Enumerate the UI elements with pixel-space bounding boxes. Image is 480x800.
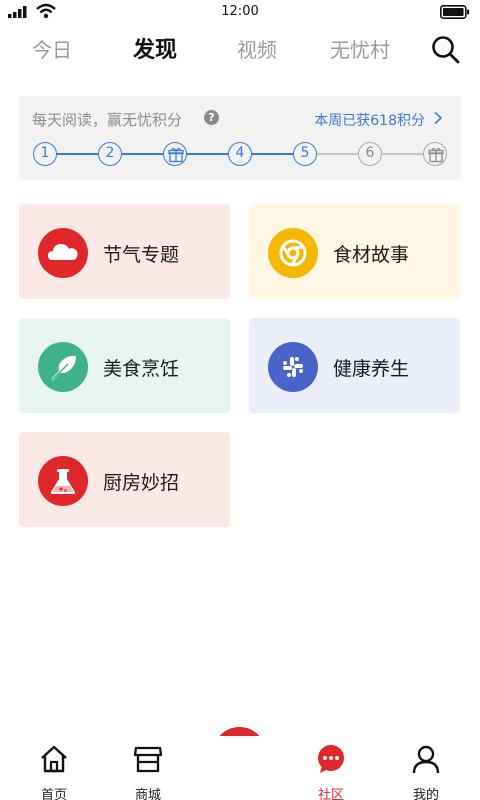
nav-label: 我的 [412, 788, 439, 800]
status-time: 12:00 [221, 4, 259, 19]
nav-profile[interactable]: 我的 [396, 744, 456, 800]
gift-icon[interactable] [423, 142, 447, 166]
step-1: 1 [33, 142, 57, 166]
cloud-icon [38, 228, 88, 278]
nav-home[interactable]: 首页 [24, 744, 84, 800]
search-icon[interactable] [428, 34, 462, 64]
step-2: 2 [98, 142, 122, 166]
category-label: 健康养生 [333, 358, 410, 380]
category-card-solar-terms[interactable]: 节气专题 [19, 204, 230, 299]
reading-progress: 1 2 4 5 6 [31, 142, 449, 166]
home-icon [41, 745, 67, 773]
flask-icon [38, 456, 88, 506]
user-icon [412, 745, 440, 774]
tab-today[interactable]: 今日 [32, 34, 72, 63]
chevron-right-icon[interactable] [433, 111, 443, 125]
category-label: 食材故事 [333, 244, 410, 266]
nav-store[interactable]: 商城 [118, 744, 178, 800]
gift-icon[interactable] [163, 142, 187, 166]
nav-label: 社区 [317, 788, 344, 800]
top-tab-bar: 今日 发现 视频 无忧村 [0, 26, 480, 70]
category-label: 美食烹饪 [103, 358, 180, 380]
battery-icon [440, 5, 470, 19]
step-5: 5 [293, 142, 317, 166]
tab-discover[interactable]: 发现 [133, 32, 177, 64]
step-6: 6 [358, 142, 382, 166]
nav-label: 首页 [40, 788, 67, 800]
week-points-link[interactable]: 本周已获618积分 [314, 110, 425, 130]
category-label: 厨房妙招 [103, 472, 180, 494]
store-icon [133, 746, 163, 773]
category-label: 节气专题 [103, 244, 180, 266]
category-card-health[interactable]: 健康养生 [249, 318, 460, 413]
tab-wuyou-village[interactable]: 无忧村 [330, 34, 390, 63]
step-4: 4 [228, 142, 252, 166]
chrome-icon [268, 228, 318, 278]
tab-video[interactable]: 视频 [237, 34, 277, 63]
reading-rewards-card[interactable]: 每天阅读，赢无忧积分 ? 本周已获618积分 1 2 4 5 6 [19, 96, 461, 180]
nav-label: 商城 [134, 788, 161, 800]
nav-community[interactable]: 社区 [301, 744, 361, 800]
chat-icon [318, 745, 344, 773]
bottom-nav: 首页 商城 社区 我的 [0, 736, 480, 800]
reading-title: 每天阅读，赢无忧积分 [32, 111, 183, 129]
feather-icon [38, 342, 88, 392]
slack-icon [268, 342, 318, 392]
category-card-ingredient-stories[interactable]: 食材故事 [249, 204, 460, 299]
help-icon[interactable]: ? [204, 110, 219, 125]
category-card-cooking[interactable]: 美食烹饪 [19, 318, 230, 413]
status-bar: 12:00 [0, 0, 480, 24]
category-card-kitchen-tips[interactable]: 厨房妙招 [19, 432, 230, 527]
